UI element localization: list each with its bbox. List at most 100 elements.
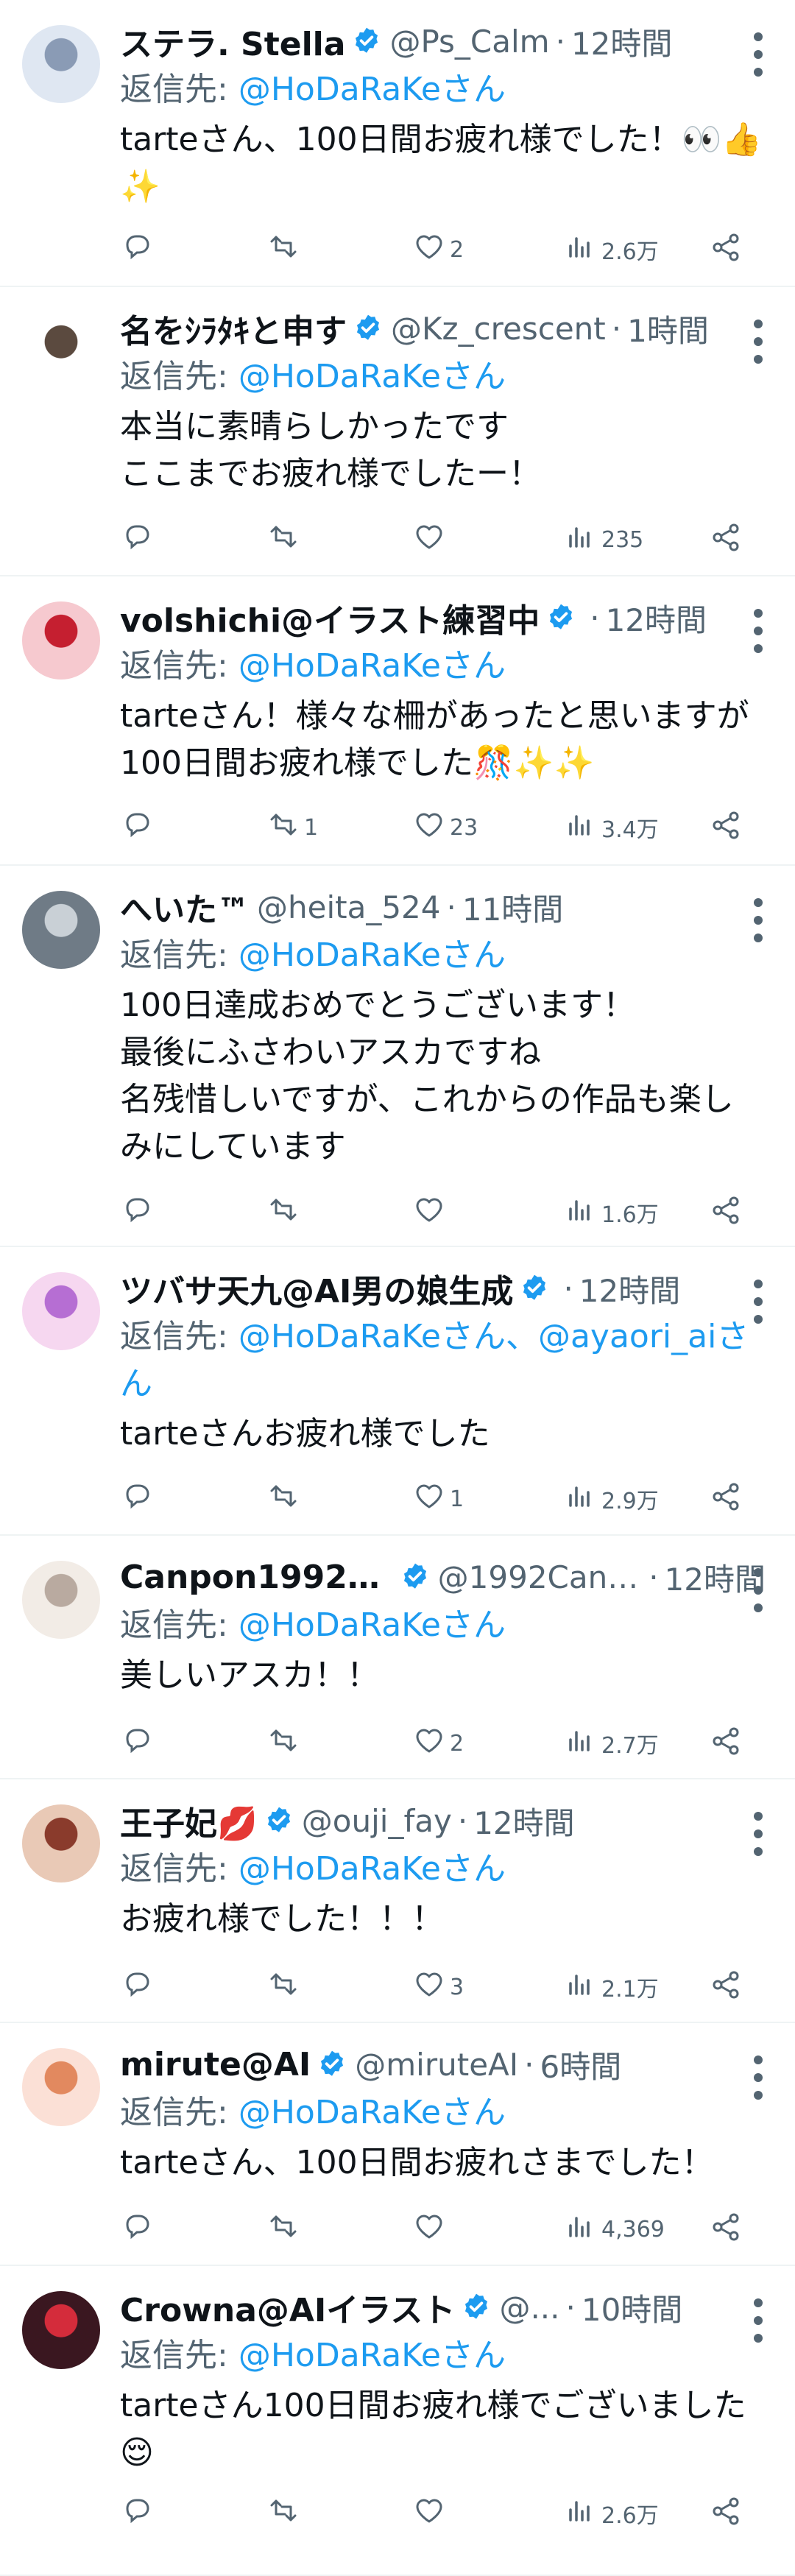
tweet[interactable]: Canpon1992X🇯🇵 @1992Canpon · 12時間 返信先: @H… [0, 1536, 795, 1779]
tweet[interactable]: へいた™ @heita_524 · 11時間 返信先: @HoDaRaKeさん … [0, 866, 795, 1247]
mention-link[interactable]: @HoDaRaKeさん [239, 2337, 506, 2374]
timestamp[interactable]: 12時間 [473, 1799, 574, 1843]
retweet-button[interactable] [266, 2491, 304, 2536]
tweet[interactable]: Crowna@AIイラスト @... · 10時間 返信先: @HoDaRaKe… [0, 2266, 795, 2576]
reply-button[interactable] [120, 227, 154, 272]
user-handle[interactable]: @... [499, 2290, 559, 2326]
retweet-button[interactable] [266, 1721, 304, 1765]
like-button[interactable] [411, 2207, 450, 2251]
more-icon[interactable] [743, 1269, 773, 1324]
mention-link[interactable]: @HoDaRaKeさん [239, 358, 506, 395]
mention-link[interactable]: @HoDaRaKeさん [239, 2094, 506, 2131]
display-name[interactable]: Crowna@AIイラスト [120, 2284, 455, 2331]
avatar[interactable] [22, 1804, 100, 1882]
share-button[interactable] [709, 1965, 743, 2009]
tweet[interactable]: ステラ. Stella @Ps_Calm · 12時間 返信先: @HoDaRa… [0, 0, 795, 287]
views-button[interactable]: 2.6万 [563, 227, 659, 272]
like-button[interactable]: 2 [411, 1721, 464, 1765]
more-icon[interactable] [743, 599, 773, 653]
views-button[interactable]: 235 [563, 518, 643, 562]
views-button[interactable]: 2.7万 [563, 1721, 659, 1765]
user-handle[interactable]: @ouji_fay [302, 1803, 452, 1839]
share-button[interactable] [709, 1721, 743, 1765]
display-name[interactable]: へいた™ [120, 883, 250, 931]
avatar[interactable] [22, 25, 100, 103]
share-button[interactable] [709, 227, 743, 272]
retweet-button[interactable]: 1 [266, 805, 318, 850]
like-button[interactable] [411, 518, 450, 562]
avatar[interactable] [22, 312, 100, 390]
more-icon[interactable] [743, 2045, 773, 2100]
timestamp[interactable]: 10時間 [582, 2285, 682, 2330]
timestamp[interactable]: 1時間 [627, 306, 709, 351]
retweet-button[interactable] [266, 518, 304, 562]
views-button[interactable]: 3.4万 [563, 805, 659, 850]
like-button[interactable]: 2 [411, 227, 464, 272]
like-button[interactable] [411, 2491, 450, 2536]
like-button[interactable] [411, 1190, 450, 1235]
retweet-button[interactable] [266, 227, 304, 272]
more-icon[interactable] [743, 888, 773, 942]
avatar[interactable] [22, 1561, 100, 1639]
user-handle[interactable]: @miruteAI [355, 2047, 518, 2083]
share-button[interactable] [709, 2491, 743, 2536]
avatar[interactable] [22, 2291, 100, 2369]
views-button[interactable]: 2.6万 [563, 2491, 659, 2536]
display-name[interactable]: mirute@AI [120, 2046, 311, 2083]
reply-button[interactable] [120, 518, 154, 562]
like-button[interactable]: 1 [411, 1477, 464, 1521]
more-icon[interactable] [743, 309, 773, 364]
avatar[interactable] [22, 1272, 100, 1350]
more-icon[interactable] [743, 1558, 773, 1612]
mention-link[interactable]: @HoDaRaKeさん [239, 936, 506, 974]
reply-button[interactable] [120, 1477, 154, 1521]
avatar[interactable] [22, 891, 100, 969]
share-button[interactable] [709, 805, 743, 850]
display-name[interactable]: 王子妃💋 [120, 1797, 258, 1844]
views-button[interactable]: 2.9万 [563, 1477, 659, 1521]
user-handle[interactable]: @Kz_crescent [391, 311, 606, 347]
timestamp[interactable]: 12時間 [571, 19, 672, 64]
display-name[interactable]: volshichi@イラスト練習中 [120, 594, 540, 641]
timestamp[interactable]: 12時間 [606, 596, 707, 641]
avatar[interactable] [22, 2048, 100, 2126]
reply-button[interactable] [120, 2491, 154, 2536]
reply-button[interactable] [120, 1721, 154, 1765]
user-handle[interactable]: @Ps_Calm [389, 24, 549, 60]
tweet[interactable]: 名をｼﾗﾀｷと申す @Kz_crescent · 1時間 返信先: @HoDaR… [0, 287, 795, 576]
retweet-button[interactable] [266, 1965, 304, 2009]
views-button[interactable]: 4,369 [563, 2207, 665, 2251]
like-button[interactable]: 3 [411, 1965, 464, 2009]
retweet-button[interactable] [266, 1477, 304, 1521]
share-button[interactable] [709, 1190, 743, 1235]
share-button[interactable] [709, 1477, 743, 1521]
mention-link[interactable]: @HoDaRaKeさん [239, 71, 506, 108]
avatar[interactable] [22, 601, 100, 680]
user-handle[interactable]: @heita_524 [257, 889, 441, 925]
share-button[interactable] [709, 2207, 743, 2251]
display-name[interactable]: 名をｼﾗﾀｷと申す [120, 305, 347, 352]
tweet[interactable]: mirute@AI @miruteAI · 6時間 返信先: @HoDaRaKe… [0, 2023, 795, 2266]
reply-button[interactable] [120, 1190, 154, 1235]
tweet[interactable]: 王子妃💋 @ouji_fay · 12時間 返信先: @HoDaRaKeさん お… [0, 1779, 795, 2023]
retweet-button[interactable] [266, 1190, 304, 1235]
display-name[interactable]: ステラ. Stella [120, 18, 345, 65]
mention-link[interactable]: @HoDaRaKeさん [239, 1606, 506, 1644]
reply-button[interactable] [120, 805, 154, 850]
more-icon[interactable] [743, 2288, 773, 2343]
display-name[interactable]: Canpon1992X🇯🇵 [120, 1558, 394, 1596]
reply-button[interactable] [120, 2207, 154, 2251]
timestamp[interactable]: 12時間 [579, 1266, 680, 1311]
mention-link[interactable]: @HoDaRaKeさん [239, 647, 506, 685]
mention-link[interactable]: @HoDaRaKeさん [239, 1850, 506, 1888]
reply-button[interactable] [120, 1965, 154, 2009]
display-name[interactable]: ツバサ天九@AI男の娘生成 [120, 1265, 513, 1312]
like-button[interactable]: 23 [411, 805, 478, 850]
timestamp[interactable]: 11時間 [462, 885, 563, 930]
views-button[interactable]: 1.6万 [563, 1190, 659, 1235]
timestamp[interactable]: 6時間 [540, 2042, 622, 2087]
tweet[interactable]: ツバサ天九@AI男の娘生成 · 12時間 返信先: @HoDaRaKeさん、@a… [0, 1247, 795, 1536]
more-icon[interactable] [743, 22, 773, 77]
user-handle[interactable]: @1992Canpon [438, 1559, 643, 1595]
views-button[interactable]: 2.1万 [563, 1965, 659, 2009]
